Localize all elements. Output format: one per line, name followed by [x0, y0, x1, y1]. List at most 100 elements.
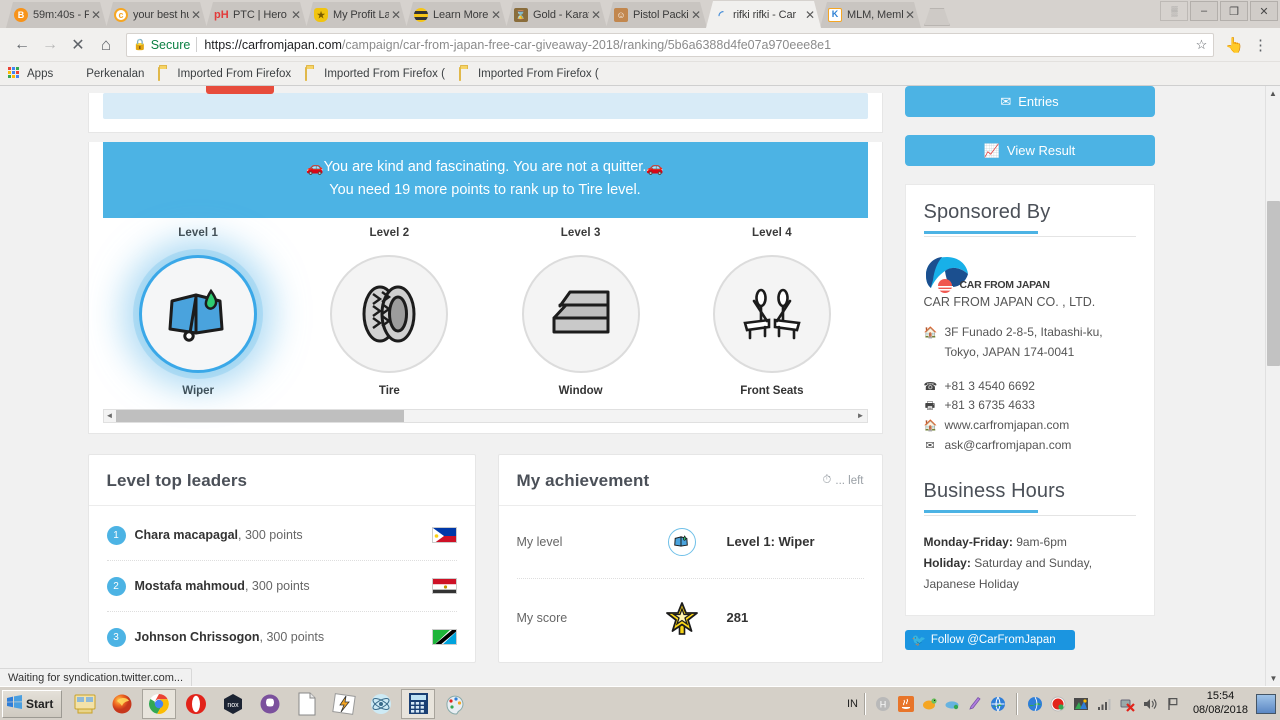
browser-tab[interactable]: B 59m:40s - Free ✕ [6, 2, 107, 28]
tab-title: My Profit Land [333, 9, 389, 21]
tab-close-icon[interactable]: ✕ [589, 8, 603, 22]
level-number-label: Level 4 [752, 226, 792, 239]
browser-tab-active[interactable]: ◜ rifki rifki - Car ✕ [706, 1, 821, 28]
browser-tab[interactable]: pH PTC | Hero ✕ [206, 2, 307, 28]
level-item-wiper[interactable]: Level 1 Wiper [103, 227, 294, 397]
leader-name: Mostafa mahmoud [134, 579, 245, 594]
red-action-button[interactable] [205, 86, 274, 94]
tab-close-icon[interactable]: ✕ [389, 8, 403, 22]
wiper-badge[interactable] [139, 254, 258, 373]
extension-icon[interactable]: 👆 [1220, 36, 1249, 54]
volume-icon[interactable] [1141, 694, 1160, 713]
atom-icon[interactable] [364, 689, 398, 719]
browser-tab[interactable]: c your best hub ✕ [106, 2, 207, 28]
list-item[interactable]: 3 Johnson Chrissogon , 300 points [106, 612, 457, 662]
scroll-left-arrow-icon[interactable]: ◄ [104, 411, 116, 420]
tab-close-icon[interactable]: ✕ [903, 8, 917, 22]
turtle-icon[interactable] [920, 694, 939, 713]
front-seats-badge[interactable] [712, 254, 831, 373]
paint-icon[interactable] [438, 689, 472, 719]
bookmark-apps[interactable]: Apps [8, 66, 53, 81]
bookmark-perkenalan[interactable]: Perkenalan [67, 67, 144, 81]
bookmark-folder[interactable]: Imported From Firefox ( [305, 66, 445, 81]
banner-line-2: You need 19 more points to rank up to Ti… [329, 182, 641, 199]
stop-icon[interactable]: ✕ [64, 31, 92, 59]
browser-tab[interactable]: Learn More – T ✕ [406, 2, 507, 28]
partial-top-card [87, 86, 883, 133]
back-icon[interactable]: ← [8, 31, 36, 59]
bookmark-folder[interactable]: Imported From Firefox ( [458, 66, 599, 81]
scrollbar-thumb[interactable] [115, 409, 404, 422]
scrollbar-track[interactable] [115, 409, 855, 422]
network-error-icon[interactable] [1118, 694, 1137, 713]
globe2-icon[interactable] [1026, 694, 1045, 713]
scroll-up-arrow-icon[interactable]: ▲ [1266, 86, 1280, 101]
email-text[interactable]: ask@carfromjapan.com [945, 436, 1072, 456]
browser-tab[interactable]: ⌛ Gold - Karatba ✕ [506, 2, 607, 28]
tab-close-icon[interactable]: ✕ [89, 8, 103, 22]
home-icon[interactable]: ⌂ [92, 31, 120, 59]
tab-close-icon[interactable]: ✕ [289, 8, 303, 22]
winamp-icon[interactable] [327, 689, 361, 719]
globe-icon[interactable] [989, 694, 1008, 713]
explorer-icon[interactable] [68, 689, 102, 719]
level-item-front-seats[interactable]: Level 4 Front Seats [676, 227, 867, 397]
list-item[interactable]: 1 Chara macapagal , 300 points [106, 510, 457, 561]
restore-button[interactable]: ❐ [1220, 1, 1248, 21]
list-item[interactable]: 2 Mostafa mahmoud , 300 points [106, 561, 457, 612]
bookmark-label: Imported From Firefox ( [324, 67, 445, 80]
calculator-icon[interactable] [401, 688, 436, 719]
tab-close-icon[interactable]: ✕ [489, 8, 503, 22]
bitcoin-icon: B [14, 8, 28, 22]
opera-icon[interactable] [179, 689, 213, 719]
show-desktop-button[interactable] [1256, 693, 1276, 714]
entries-button[interactable]: ✉ Entries [904, 86, 1155, 117]
input-language-indicator[interactable]: IN [847, 698, 858, 710]
cloud-icon[interactable] [943, 694, 962, 713]
tab-close-icon[interactable]: ✕ [189, 8, 203, 22]
tire-badge[interactable] [330, 254, 449, 373]
window-badge[interactable] [521, 254, 640, 373]
java-icon[interactable] [897, 694, 916, 713]
firefox-icon [67, 67, 81, 81]
bookmark-star-icon[interactable]: ☆ [1188, 37, 1208, 53]
scroll-down-arrow-icon[interactable]: ▼ [1266, 671, 1280, 686]
speed-icon[interactable] [1049, 694, 1068, 713]
forward-icon[interactable]: → [36, 31, 64, 59]
tab-close-icon[interactable]: ✕ [803, 8, 817, 22]
website-text[interactable]: www.carfromjapan.com [945, 416, 1070, 436]
levels-horizontal-scrollbar[interactable]: ◄ ► [102, 408, 868, 423]
close-window-button[interactable]: ✕ [1250, 1, 1278, 21]
signal-icon[interactable] [1095, 694, 1114, 713]
start-button[interactable]: Start [2, 689, 63, 718]
view-result-button[interactable]: 📈 View Result [904, 135, 1155, 166]
website-line[interactable]: 🏠 www.carfromjapan.com [924, 416, 1136, 436]
h-circle-icon[interactable]: H [874, 694, 893, 713]
taskbar-clock[interactable]: 15:54 08/08/2018 [1193, 690, 1248, 718]
chrome-icon[interactable] [142, 688, 177, 719]
document-icon[interactable] [290, 689, 324, 719]
leader-points: , 300 points [259, 630, 325, 645]
new-tab-button[interactable] [924, 8, 950, 26]
bookmark-folder[interactable]: Imported From Firefox [158, 66, 291, 81]
nox-icon[interactable]: nox [216, 689, 250, 719]
twitter-follow-button[interactable]: 🐦 Follow @CarFromJapan [904, 629, 1075, 650]
chrome-menu-icon[interactable]: ⋮ [1249, 36, 1272, 54]
tab-close-icon[interactable]: ✕ [689, 8, 703, 22]
browser-tab[interactable]: ★ My Profit Land ✕ [306, 2, 407, 28]
pen-icon[interactable] [966, 694, 985, 713]
level-item-window[interactable]: Level 3 Window [485, 227, 676, 397]
page-scrollbar[interactable]: ▲ ▼ [1265, 86, 1280, 686]
minimize-button[interactable]: – [1190, 1, 1218, 21]
viber-icon[interactable] [253, 689, 287, 719]
scrollbar-thumb[interactable] [1267, 201, 1280, 366]
browser-tab[interactable]: K MLM, Member ✕ [820, 2, 921, 28]
address-bar[interactable]: 🔒 Secure https://carfromjapan.com /campa… [126, 32, 1215, 57]
firefox-icon[interactable] [105, 689, 139, 719]
flag-icon[interactable] [1164, 694, 1183, 713]
level-item-tire[interactable]: Level 2 Tire [294, 227, 485, 397]
scroll-right-arrow-icon[interactable]: ► [855, 411, 867, 420]
email-line[interactable]: ✉ ask@carfromjapan.com [924, 436, 1136, 456]
browser-tab[interactable]: ☺ Pistol Packing ✕ [606, 2, 707, 28]
photos-icon[interactable] [1072, 694, 1091, 713]
